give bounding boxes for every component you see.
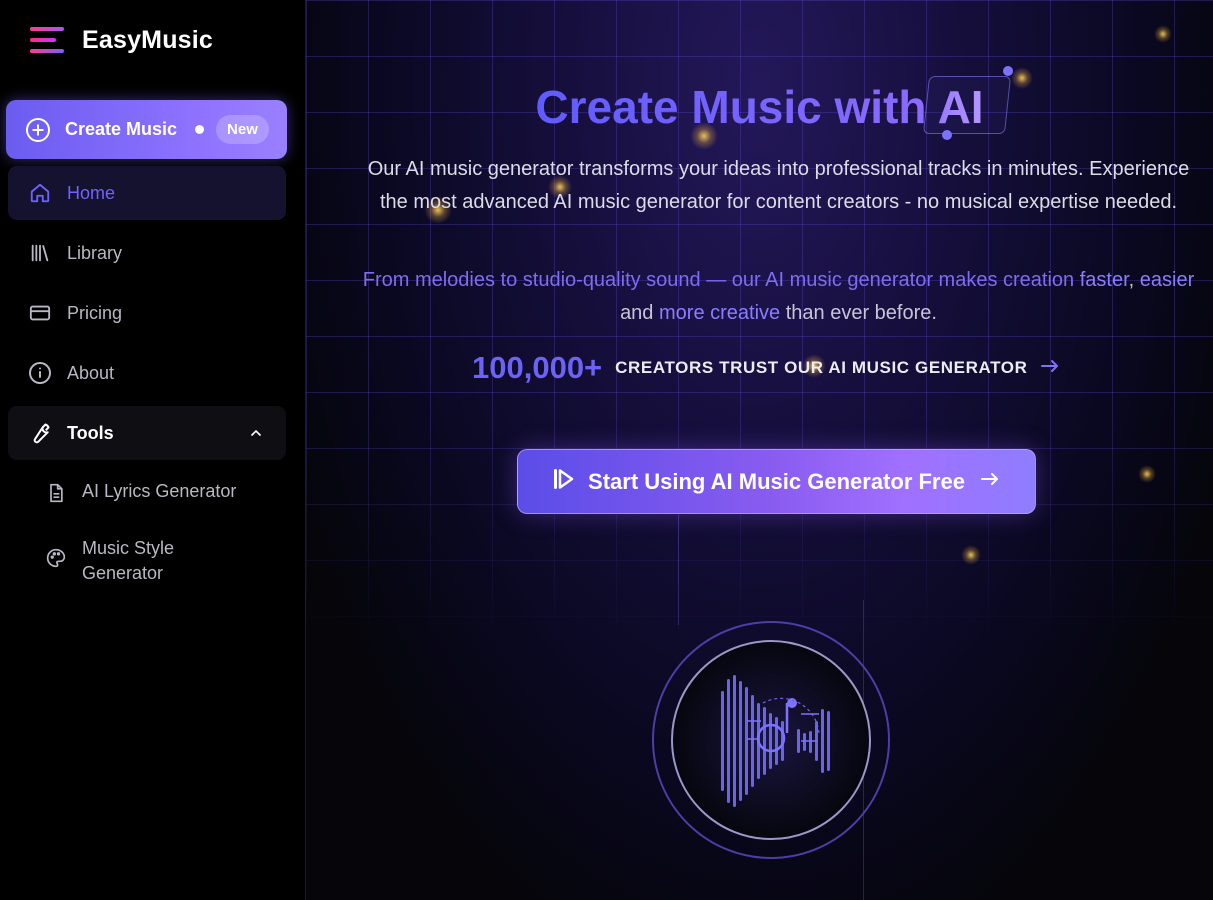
stats-number: 100,000+	[472, 350, 603, 385]
create-music-label: Create Music	[65, 119, 178, 139]
main-content: Create Music with AI Our AI music genera…	[306, 0, 1213, 900]
particle-glow	[961, 545, 981, 565]
ai-dot	[1003, 66, 1013, 76]
new-dot	[195, 125, 205, 134]
tagline-text: From melodies to studio-quality sound — …	[362, 269, 1080, 291]
tagline-faster: faster	[1079, 269, 1129, 291]
hero-title-main: Create Music with	[535, 81, 938, 133]
arrow-right-icon	[1041, 359, 1059, 378]
ai-highlight-frame	[922, 76, 1012, 134]
sidebar-item-label: Tools	[67, 422, 114, 443]
hero-title: Create Music with AI	[306, 80, 1213, 134]
waveform-logo	[651, 621, 891, 861]
start-free-label: Start Using AI Music Generator Free	[588, 468, 965, 494]
start-free-button[interactable]: Start Using AI Music Generator Free	[517, 449, 1036, 514]
sidebar-item-tools[interactable]: Tools	[8, 406, 286, 460]
tagline-and: and	[620, 301, 659, 324]
brand-name: EasyMusic	[82, 25, 214, 54]
menu-icon[interactable]	[30, 24, 64, 56]
wrench-icon	[28, 421, 52, 445]
hero-description: Our AI music generator transforms your i…	[367, 158, 1190, 213]
brand[interactable]: EasyMusic	[30, 24, 213, 56]
arrow-right-icon	[980, 472, 999, 491]
new-badge: New	[216, 115, 269, 144]
particle-glow	[1138, 465, 1156, 483]
document-icon	[46, 483, 66, 503]
info-icon	[28, 361, 52, 385]
waveform-svg	[652, 621, 890, 859]
sidebar: EasyMusic Create Music New Home Library …	[0, 0, 306, 900]
sidebar-item-label: Home	[67, 182, 116, 203]
home-icon	[28, 181, 52, 205]
sidebar-item-home[interactable]: Home	[8, 166, 286, 220]
sidebar-item-pricing[interactable]: Pricing	[8, 286, 286, 340]
sidebar-item-library[interactable]: Library	[8, 226, 286, 280]
ai-dot	[942, 130, 952, 140]
tool-item-music-style[interactable]: Music Style Generator	[46, 536, 276, 586]
tool-item-label: AI Lyrics Generator	[82, 481, 237, 501]
sidebar-item-label: Pricing	[67, 302, 123, 323]
tagline-easier: easier	[1139, 269, 1195, 291]
tagline-more-creative: more creative	[659, 301, 781, 324]
decor-line	[678, 515, 679, 625]
tool-item-label: Music Style Generator	[82, 538, 175, 583]
app-root: EasyMusic Create Music New Home Library …	[0, 0, 1213, 900]
tagline-end: than ever before.	[780, 301, 937, 324]
plus-circle-icon	[26, 117, 50, 142]
chevron-up-icon[interactable]	[248, 425, 264, 446]
sidebar-item-label: About	[67, 362, 115, 383]
tagline-comma: ,	[1128, 269, 1140, 291]
tool-item-ai-lyrics[interactable]: AI Lyrics Generator	[46, 481, 276, 503]
sidebar-item-label: Library	[67, 242, 123, 263]
hero-tagline: From melodies to studio-quality sound — …	[356, 264, 1201, 329]
card-icon	[28, 301, 52, 325]
play-bar-icon	[554, 468, 574, 495]
particle-glow	[1154, 25, 1172, 43]
create-music-button[interactable]: Create Music New	[6, 100, 287, 159]
sidebar-item-about[interactable]: About	[8, 346, 286, 400]
stats-row[interactable]: 100,000+ CREATORS TRUST OUR AI MUSIC GEN…	[472, 350, 1059, 386]
library-icon	[28, 241, 52, 265]
palette-icon	[46, 548, 66, 568]
stats-text: CREATORS TRUST OUR AI MUSIC GENERATOR	[615, 358, 1028, 377]
